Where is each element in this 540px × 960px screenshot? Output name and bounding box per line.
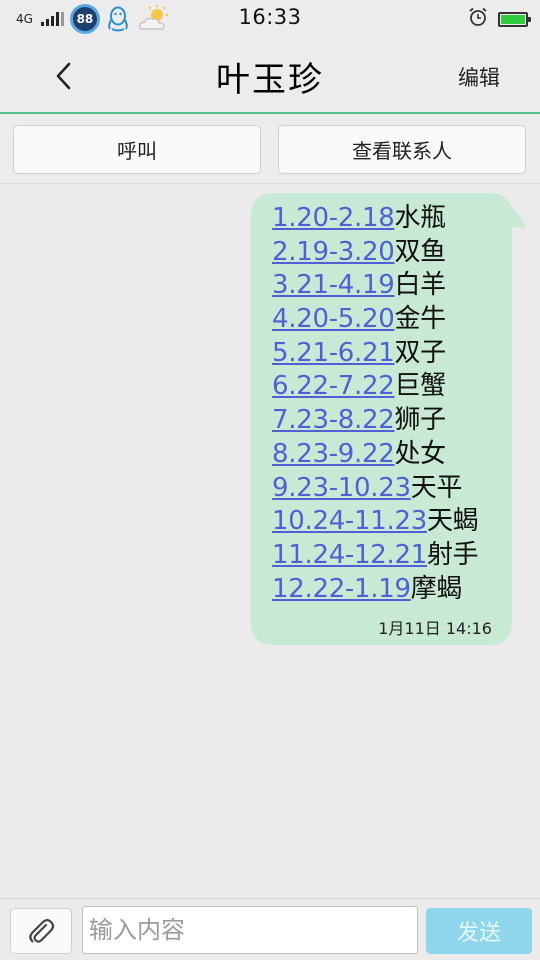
date-range-link[interactable]: 4.20-5.20 (272, 304, 395, 334)
edit-button[interactable]: 编辑 (458, 62, 500, 92)
date-range-link[interactable]: 2.19-3.20 (272, 237, 395, 267)
message-line: 7.23-8.22狮子 (272, 404, 498, 438)
date-range-link[interactable]: 3.21-4.19 (272, 270, 395, 300)
zodiac-sign-text: 狮子 (394, 405, 446, 436)
date-range-link[interactable]: 5.21-6.21 (272, 338, 395, 368)
status-right-group (468, 6, 531, 32)
message-line: 10.24-11.23天蝎 (272, 505, 498, 539)
zodiac-sign-text: 巨蟹 (394, 371, 446, 402)
date-range-link[interactable]: 8.23-9.22 (272, 439, 395, 469)
date-range-link[interactable]: 9.23-10.23 (272, 473, 411, 503)
alarm-clock-icon (468, 7, 488, 31)
zodiac-sign-text: 天平 (410, 472, 463, 503)
status-bar: 4G 88 16:33 (0, 0, 540, 38)
contact-action-bar: 呼叫 查看联系人 (0, 116, 540, 184)
zodiac-sign-text: 摩蝎 (410, 573, 463, 604)
message-line: 1.20-2.18水瓶 (272, 202, 498, 236)
message-line: 4.20-5.20金牛 (272, 303, 498, 337)
date-range-link[interactable]: 10.24-11.23 (272, 506, 427, 536)
message-line: 8.23-9.22处女 (272, 438, 498, 472)
zodiac-sign-text: 天蝎 (426, 506, 479, 537)
zodiac-sign-text: 射手 (426, 539, 479, 570)
message-timestamp: 1月11日 14:16 (378, 619, 492, 638)
paperclip-icon (29, 919, 55, 943)
message-line: 6.22-7.22巨蟹 (272, 370, 498, 404)
zodiac-sign-text: 双子 (394, 337, 446, 368)
zodiac-sign-text: 白羊 (394, 270, 446, 301)
date-range-link[interactable]: 1.20-2.18 (272, 203, 395, 233)
date-range-link[interactable]: 7.23-8.22 (272, 405, 395, 435)
message-body: 1.20-2.18水瓶 2.19-3.20双鱼 3.21-4.19白羊 4.20… (272, 202, 498, 606)
zodiac-sign-text: 金牛 (394, 304, 446, 335)
message-line: 2.19-3.20双鱼 (272, 236, 498, 270)
zodiac-sign-text: 水瓶 (394, 203, 446, 233)
conversation-header: 叶玉珍 编辑 (0, 38, 540, 114)
date-range-link[interactable]: 12.22-1.19 (272, 574, 411, 604)
date-range-link[interactable]: 11.24-12.21 (272, 540, 427, 570)
message-input[interactable] (82, 906, 418, 954)
message-line: 12.22-1.19摩蝎 (272, 573, 498, 607)
message-line: 11.24-12.21射手 (272, 539, 498, 573)
status-time: 16:33 (238, 5, 302, 29)
send-button[interactable]: 发送 (426, 908, 532, 954)
battery-icon (498, 11, 531, 27)
attach-button[interactable] (10, 908, 72, 954)
compose-bar: 发送 (0, 898, 540, 960)
view-contact-button[interactable]: 查看联系人 (278, 125, 526, 174)
zodiac-sign-text: 双鱼 (394, 236, 446, 267)
outgoing-message-bubble[interactable]: 1.20-2.18水瓶 2.19-3.20双鱼 3.21-4.19白羊 4.20… (251, 193, 512, 645)
message-line: 9.23-10.23天平 (272, 472, 498, 506)
message-line: 5.21-6.21双子 (272, 337, 498, 371)
zodiac-sign-text: 处女 (394, 438, 446, 469)
message-line: 3.21-4.19白羊 (272, 269, 498, 303)
call-button[interactable]: 呼叫 (13, 125, 261, 174)
date-range-link[interactable]: 6.22-7.22 (272, 371, 395, 401)
